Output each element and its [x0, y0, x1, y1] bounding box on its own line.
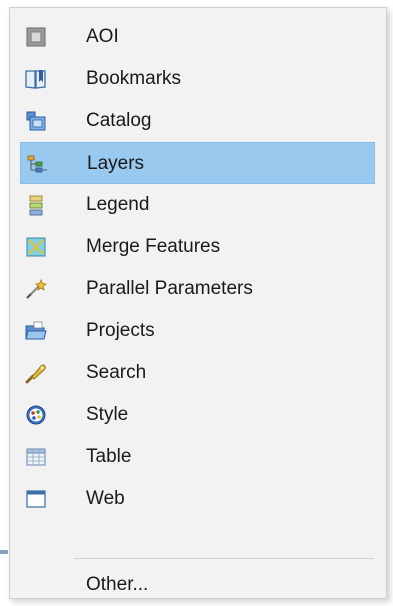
parallel-parameters-icon: [26, 278, 47, 299]
menu-item-other[interactable]: Other...: [20, 564, 375, 606]
layers-icon: [27, 155, 47, 173]
menu-item-bookmarks[interactable]: Bookmarks: [20, 58, 375, 100]
context-menu: AOI Bookmarks Catalog Layers Legend Merg…: [9, 7, 387, 599]
menu-item-label: Other...: [86, 574, 149, 595]
menu-item-web[interactable]: Web: [20, 478, 375, 520]
menu-item-style[interactable]: Style: [20, 394, 375, 436]
web-icon: [26, 490, 46, 508]
menu-item-aoi[interactable]: AOI: [20, 16, 375, 58]
screen: AOI Bookmarks Catalog Layers Legend Merg…: [0, 0, 393, 606]
menu-item-label: Legend: [86, 194, 150, 215]
menu-item-label: AOI: [86, 26, 119, 47]
menu-separator: [74, 558, 374, 559]
menu-item-label: Merge Features: [86, 236, 221, 257]
menu-item-search[interactable]: Search: [20, 352, 375, 394]
menu-item-label: Table: [86, 446, 132, 467]
table-icon: [26, 448, 46, 466]
legend-icon: [29, 195, 43, 216]
search-icon: [25, 364, 46, 384]
menu-item-label: Bookmarks: [86, 68, 182, 89]
catalog-icon: [26, 111, 46, 131]
menu-item-parallel-parameters[interactable]: Parallel Parameters: [20, 268, 375, 310]
menu-item-label: Style: [86, 404, 129, 425]
menu-item-label: Search: [86, 362, 147, 383]
projects-icon: [25, 321, 47, 340]
menu-item-projects[interactable]: Projects: [20, 310, 375, 352]
menu-item-layers[interactable]: Layers: [20, 142, 375, 184]
bookmarks-icon: [25, 70, 46, 89]
style-icon: [26, 405, 46, 425]
menu-item-label: Parallel Parameters: [86, 278, 253, 299]
background-edge-mark: [0, 550, 8, 554]
menu-item-merge-features[interactable]: Merge Features: [20, 226, 375, 268]
aoi-icon: [26, 27, 46, 47]
menu-item-label: Projects: [86, 320, 155, 341]
menu-item-label: Web: [86, 488, 125, 509]
menu-item-label: Layers: [87, 153, 145, 174]
menu-item-table[interactable]: Table: [20, 436, 375, 478]
menu-item-legend[interactable]: Legend: [20, 184, 375, 226]
merge-features-icon: [26, 237, 46, 257]
menu-item-label: Catalog: [86, 110, 152, 131]
menu-item-catalog[interactable]: Catalog: [20, 100, 375, 142]
